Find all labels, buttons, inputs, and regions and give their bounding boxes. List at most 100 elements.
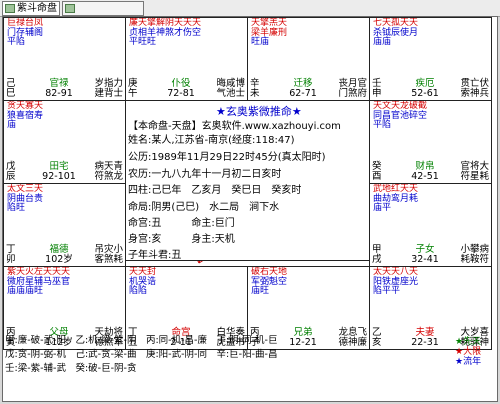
chart-icon (65, 3, 75, 13)
star-icon: ★ (455, 337, 464, 347)
info-line: 子年斗君:丑 (128, 250, 182, 261)
palace-cell[interactable]: 天文天龙破截 同昌官池碎空 平陷癸酉财帛 42-51 官将大 符星耗 (369, 100, 492, 184)
palace-stars: 天擎羔天 梁羊廉刑 旺庙 (251, 18, 287, 48)
palace-cell[interactable]: 巨禄台凤 门存辅阁 平陷己巳官禄 82-91 岁指力 建背士 (3, 17, 126, 101)
info-line: 命局:阴男(己巳) 水二局 涧下水 (128, 202, 280, 213)
minor-star-row: 符煞龙 (94, 171, 123, 182)
palace-name: 夫妻 22-31 (400, 328, 450, 348)
star-row: 平陷 (7, 37, 26, 47)
ganzhi-char: 戌 (372, 254, 382, 265)
palace-name: 子女 32-41 (400, 245, 450, 265)
palace-stars: 武地红天天 曲劫鸾月耗 庙平 (373, 184, 418, 214)
palace-ganzhi: 壬申 (372, 79, 382, 99)
palace-name: 官禄 82-91 (34, 79, 84, 99)
ganzhi-char: 巳 (6, 88, 16, 99)
chart-icon (5, 3, 15, 13)
palace-name: 兄弟 12-21 (278, 328, 328, 348)
palace-cell[interactable]: 廉天擎解阴天天天 贞相羊神煞才伤空 平旺旺庚午仆役 72-81 晦咸博 气池士 (125, 17, 248, 101)
star-icon: ★ (455, 357, 464, 367)
palace-stars: 廉天擎解阴天天天 贞相羊神煞才伤空 平旺旺 (129, 18, 201, 48)
palace-ganzhi: 甲戌 (372, 245, 382, 265)
star-row: 庙 (7, 120, 17, 130)
ganzhi-char: 未 (250, 88, 260, 99)
palace-minor-stars: 龙息飞 德神廉 (338, 328, 367, 348)
palace-cell[interactable]: 武地红天天 曲劫鸾月耗 庙平甲戌子女 32-41 小攀病 耗鞍符 (369, 183, 492, 267)
palace-name: 福德 102岁 (34, 245, 84, 265)
minor-star-row: 气池士 (216, 88, 245, 99)
palace-cell[interactable]: 太文三天 阴曲台贵 陷旺丁卯福德 102岁 吊灾小 客煞耗 (3, 183, 126, 267)
ganzhi-char: 午 (128, 88, 138, 99)
ganzhi-char: 酉 (372, 171, 382, 182)
palace-name: 迁移 62-71 (278, 79, 328, 99)
tab-second[interactable] (62, 1, 144, 16)
minor-star-row: 门煞府 (338, 88, 367, 99)
star-row: 庙庙庙旺 (7, 286, 44, 296)
palace-age-range: 22-31 (411, 337, 439, 348)
tab-chart[interactable]: 紫斗命盘 (2, 1, 60, 16)
palace-name: 仆役 72-81 (156, 79, 206, 99)
palace-stars: 贪天寡天 狼喜宿寿庙 (7, 101, 43, 131)
sihua-row: 戊:贪-阴-弼-机 己:武-贪-梁-曲 庚:阳-武-阴-同 辛:巨-阳-曲-昌 (5, 349, 278, 360)
palace-cell[interactable]: 天擎羔天 梁羊廉刑 旺庙辛未迁移 62-71 丧月官 门煞府 (247, 17, 370, 101)
star-row: 陷陷 (129, 286, 148, 296)
palace-minor-stars: 岁指力 建背士 (94, 79, 123, 99)
palace-minor-stars: 吊灾小 客煞耗 (94, 245, 123, 265)
palace-ganzhi: 己巳 (6, 79, 16, 99)
palace-stars: 破右天地 军弼魁空 庙旺 (251, 267, 287, 297)
palace-cell[interactable]: 七天孤天天 杀钺辰使月 庙庙壬申疾厄 52-61 贯亡伏 索神兵 (369, 17, 492, 101)
palace-ganzhi: 戊辰 (6, 162, 16, 182)
palace-age-range: 72-81 (167, 88, 195, 99)
minor-star-row: 客煞耗 (94, 254, 123, 265)
star-row: 庙旺 (251, 286, 270, 296)
palace-ganzhi: 辛未 (250, 79, 260, 99)
star-row: 陷旺 (7, 203, 26, 213)
legend-item: ★流年 (455, 357, 482, 367)
legend-item: ★大限 (455, 347, 482, 357)
info-line: 四柱:己巳年 乙亥月 癸巳日 癸亥时 (128, 185, 302, 196)
legend-item: ★先天 (455, 337, 482, 347)
palace-stars: 天文天龙破截 同昌官池碎空 平陷 (373, 101, 427, 131)
ganzhi-char: 辰 (6, 171, 16, 182)
tab-bar: 紫斗命盘 (0, 0, 500, 17)
palace-ganzhi: 癸酉 (372, 162, 382, 182)
palace-stars: 七天孤天天 杀钺辰使月 庙庙 (373, 18, 418, 48)
star-icon: ★ (455, 347, 464, 357)
palace-age-range: 52-61 (411, 88, 439, 99)
center-info-panel: ★玄奥紫微推命★ 【本命盘-天盘】玄奥软件.www.xazhouyi.com 姓… (125, 100, 370, 261)
star-row: 旺庙 (251, 37, 270, 47)
minor-star-row: 耗鞍符 (460, 254, 489, 265)
info-line: 农历:一九八九年十一月初二日亥时 (128, 169, 282, 180)
ganzhi-char: 卯 (6, 254, 16, 265)
palace-ganzhi: 庚午 (128, 79, 138, 99)
minor-star-row: 符星耗 (460, 171, 489, 182)
minor-star-row: 建背士 (94, 88, 123, 99)
legend: ★先天 ★大限 ★流年 (455, 337, 481, 367)
star-row: 庙庙 (373, 37, 392, 47)
palace-age-range: 32-41 (411, 254, 439, 265)
palace-name: 田宅 92-101 (34, 162, 84, 182)
palace-stars: 天天封 机哭诰 陷陷 (129, 267, 156, 297)
palace-age-range: 92-101 (42, 171, 76, 182)
palace-cell[interactable]: 贪天寡天 狼喜宿寿庙戊辰田宅 92-101 病天青 符煞龙 (3, 100, 126, 184)
palace-minor-stars: 病天青 符煞龙 (94, 162, 123, 182)
chart-frame: 巨禄台凤 门存辅阁 平陷己巳官禄 82-91 岁指力 建背士 廉天擎解阴天天天 贞相羊神煞才伤… (2, 16, 498, 402)
palace-stars: 巨禄台凤 门存辅阁 平陷 (7, 18, 43, 48)
info-line: 公历:1989年11月29日22时45分(真太阳时) (128, 152, 326, 163)
palace-minor-stars: 丧月官 门煞府 (338, 79, 367, 99)
sihua-row: 壬:梁-紫-辅-武 癸:破-巨-阴-贪 (5, 363, 137, 374)
star-row: 平旺旺 (129, 37, 157, 47)
chart-header: 【本命盘-天盘】玄奥软件.www.xazhouyi.com (128, 121, 341, 132)
star-row: 陷平平 (373, 286, 401, 296)
palace-stars: 太天天八天 阳铁虚座光 陷平平 (373, 267, 418, 297)
palace-minor-stars: 晦咸博 气池士 (216, 79, 245, 99)
minor-star-row: 德神廉 (338, 337, 367, 348)
info-line: 姓名:某人,江苏省-南京(经度:118:47) (128, 135, 295, 146)
palace-minor-stars: 官将大 符星耗 (460, 162, 489, 182)
star-row: 平陷 (373, 120, 392, 130)
info-line: 身宫:亥 身主:天机 (128, 234, 235, 245)
palace-name: 疾厄 52-61 (400, 79, 450, 99)
ganzhi-char: 申 (372, 88, 382, 99)
info-line: 命宫:丑 命主:巨门 (128, 218, 235, 229)
palace-minor-stars: 贯亡伏 索神兵 (460, 79, 489, 99)
minor-star-row: 索神兵 (460, 88, 489, 99)
